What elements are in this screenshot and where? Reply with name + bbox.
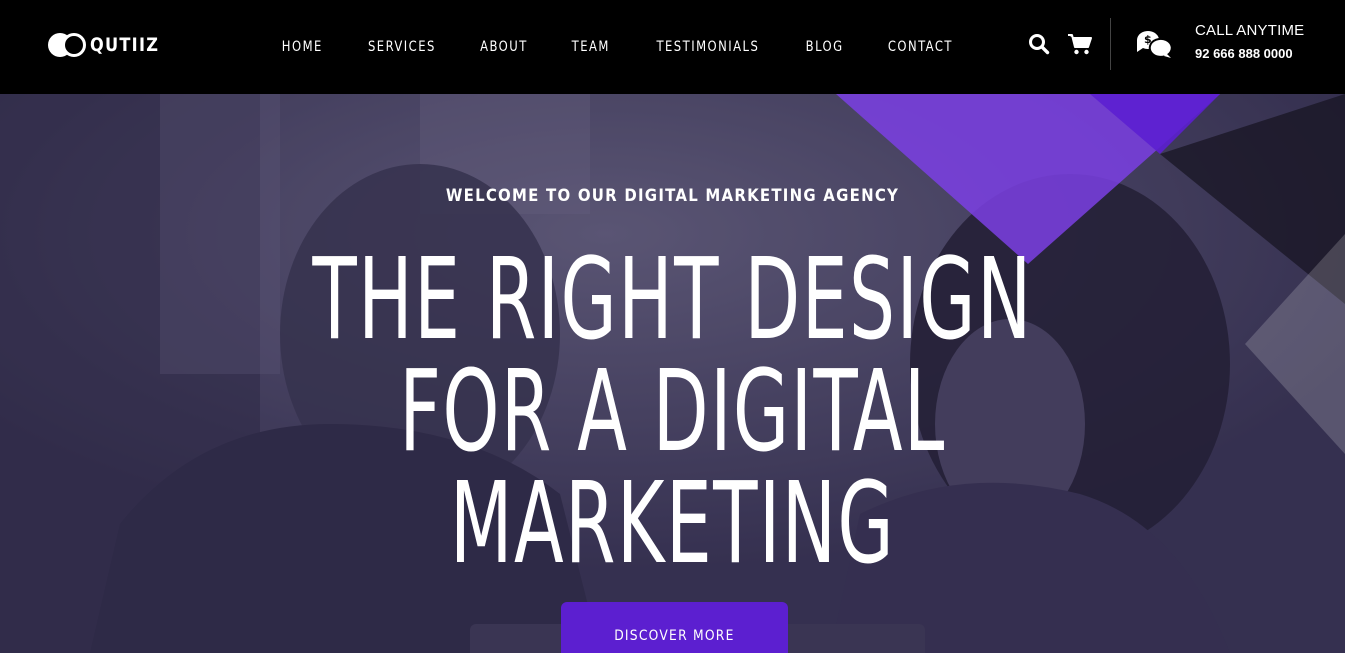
nav-item-home[interactable]: HOME [282,39,323,55]
hero-eyebrow: WELCOME TO OUR DIGITAL MARKETING AGENCY [445,186,900,206]
site-header: QUTIIZ HOME SERVICES ABOUT TEAM TESTIMON… [0,0,1345,94]
headline-line-2: FOR A DIGITAL [399,347,946,477]
call-anytime-label: CALL ANYTIME [1195,22,1305,39]
nav-item-blog[interactable]: BLOG [805,39,843,55]
cart-icon[interactable] [1067,32,1092,56]
chat-dollar-icon: $ [1134,28,1174,62]
brand-name: QUTIIZ [90,34,160,56]
headline-line-1: THE RIGHT DESIGN [312,235,1033,365]
phone-number[interactable]: 92 666 888 0000 [1195,46,1293,61]
nav-item-contact[interactable]: CONTACT [888,39,953,55]
discover-more-button[interactable]: DISCOVER MORE [561,602,788,653]
logo-mark-icon [48,32,88,58]
headline-line-3: MARKETING [449,459,896,589]
svg-text:$: $ [1144,33,1152,46]
nav-item-team[interactable]: TEAM [572,39,610,55]
header-divider [1110,18,1111,70]
hero-headline: THE RIGHT DESIGN FOR A DIGITAL MARKETING [0,244,1345,580]
nav-item-testimonials[interactable]: TESTIMONIALS [656,39,759,55]
nav-item-services[interactable]: SERVICES [368,39,436,55]
hero-section: WELCOME TO OUR DIGITAL MARKETING AGENCY … [0,94,1345,653]
discover-more-label: DISCOVER MORE [614,628,735,644]
main-nav: HOME SERVICES ABOUT TEAM TESTIMONIALS BL… [260,0,976,94]
nav-item-about[interactable]: ABOUT [481,39,529,55]
search-icon[interactable] [1027,32,1051,56]
brand-logo[interactable]: QUTIIZ [48,32,171,58]
